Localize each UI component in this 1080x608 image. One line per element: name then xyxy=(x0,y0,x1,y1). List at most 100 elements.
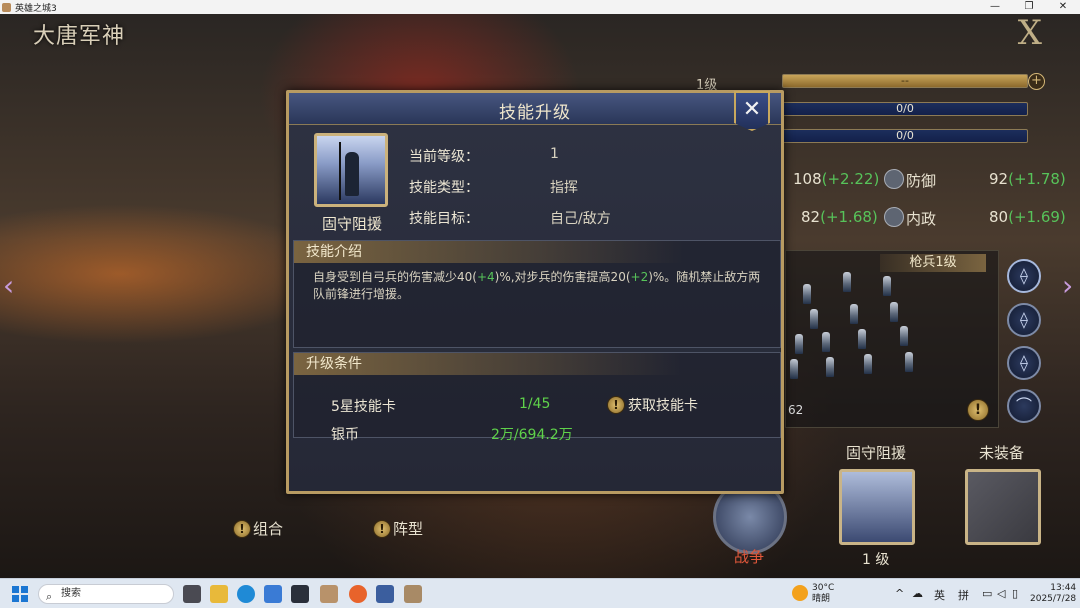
stat-defense-label: 防御 xyxy=(906,172,937,190)
battery-icon[interactable]: ▯ xyxy=(1012,587,1018,600)
dialog-title: 技能升级 xyxy=(499,103,571,123)
system-clock[interactable]: 13:44 2025/7/28 xyxy=(1030,583,1076,605)
soldier xyxy=(803,284,811,304)
troop-warning-icon[interactable]: ! xyxy=(967,399,989,421)
restore-button[interactable]: ❐ xyxy=(1012,0,1046,14)
window-close-button[interactable]: ✕ xyxy=(1046,0,1080,14)
get-skill-card-label: 获取技能卡 xyxy=(628,398,698,414)
stat-politics-value: 80(+1.69) xyxy=(989,208,1066,226)
search-placeholder: 搜索 xyxy=(61,588,81,599)
soldier xyxy=(900,326,908,346)
chevron-left-icon[interactable]: ‹ xyxy=(3,269,14,302)
clock-date: 2025/7/28 xyxy=(1030,594,1077,604)
combo-label: 组合 xyxy=(253,520,284,538)
troop-count: 62 xyxy=(788,403,804,417)
firefox-icon[interactable] xyxy=(349,585,367,603)
skill-slot-1[interactable] xyxy=(839,469,915,545)
intro-heading: 技能介绍 xyxy=(294,241,780,263)
file-explorer-icon[interactable] xyxy=(210,585,228,603)
stat-attack-value: 108(+2.22) xyxy=(793,170,880,188)
window-controls: — ❐ ✕ xyxy=(978,0,1080,14)
window-titlebar: 英雄之城3 — ❐ ✕ xyxy=(0,0,1080,14)
app-icon-terminal[interactable] xyxy=(291,585,309,603)
silver-label: 银币 xyxy=(331,427,359,443)
soldier xyxy=(810,309,818,329)
taskbar-search[interactable]: ⌕ 搜索 xyxy=(38,584,174,604)
skill-name: 固守阻援 xyxy=(322,215,383,233)
ime-language[interactable]: 英 xyxy=(934,587,945,603)
skill-target-label: 技能目标： xyxy=(409,211,479,227)
slot1-title: 固守阻援 xyxy=(846,444,907,462)
weather-temp: 30°C xyxy=(812,583,835,593)
current-level-value: 1 xyxy=(550,146,559,162)
combo-option[interactable]: ! 组合 xyxy=(233,518,283,539)
chevron-up-icon[interactable]: ^ xyxy=(895,587,904,600)
skill-description: 自身受到自弓兵的伤害减少40(+4)%,对步兵的伤害提高20(+2)%。随机禁止… xyxy=(313,270,761,301)
game-taskbar-icon-2[interactable] xyxy=(404,585,422,603)
soldier xyxy=(826,357,834,377)
search-icon: ⌕ xyxy=(46,590,53,603)
add-exp-button[interactable]: + xyxy=(1028,73,1045,90)
skill-portrait-icon xyxy=(314,133,388,207)
weather-desc: 晴朗 xyxy=(812,594,831,604)
troop-type-label: 枪兵1级 xyxy=(880,254,986,272)
slot1-level: 1 级 xyxy=(862,552,890,568)
window-title: 英雄之城3 xyxy=(15,3,57,14)
store-icon[interactable] xyxy=(264,585,282,603)
get-skill-card-link[interactable]: ! 获取技能卡 xyxy=(607,395,698,415)
troop-panel xyxy=(785,250,999,428)
game-viewport: 大唐军神 X 1级 -- + 0/0 0/0 108(+2.22) 防御 92(… xyxy=(0,14,1080,578)
soldier xyxy=(843,272,851,292)
ime-mode[interactable]: 拼 xyxy=(958,587,969,603)
progress-bar-2: 0/0 xyxy=(782,129,1028,143)
silver-count: 2万/694.2万 xyxy=(491,427,573,443)
taskbar: ⌕ 搜索 30°C 晴朗 ^ ☁ 英 拼 ▭ ◁ ▯ 13:44 2025/7/… xyxy=(0,578,1080,608)
stat-intellect-value: 82(+1.68) xyxy=(801,208,878,226)
shield-icon xyxy=(884,169,904,189)
task-view-icon[interactable] xyxy=(183,585,201,603)
exp-bar: -- xyxy=(782,74,1028,88)
formation-label: 阵型 xyxy=(393,520,424,538)
sun-icon xyxy=(792,585,808,601)
slot2-title: 未装备 xyxy=(979,444,1025,462)
current-level-label: 当前等级： xyxy=(409,149,479,165)
app-icon-folder[interactable] xyxy=(376,585,394,603)
progress-bar-1: 0/0 xyxy=(782,102,1028,116)
soldier xyxy=(883,276,891,296)
spear-skill-tab-2[interactable]: ⟠ xyxy=(1007,303,1041,337)
skill-target-value: 自己/敌方 xyxy=(550,211,611,227)
skill-card-label: 5星技能卡 xyxy=(331,399,396,415)
blade-skill-tab[interactable]: ⌒ xyxy=(1007,389,1041,423)
skill-type-value: 指挥 xyxy=(550,180,578,196)
requirements-heading: 升级条件 xyxy=(294,353,780,375)
get-card-warning-icon: ! xyxy=(607,396,625,414)
clock-time: 13:44 xyxy=(1050,583,1077,593)
formation-option[interactable]: ! 阵型 xyxy=(373,518,423,539)
game-close-button[interactable]: X xyxy=(1018,16,1042,50)
game-taskbar-icon[interactable] xyxy=(320,585,338,603)
spear-skill-tab-3[interactable]: ⟠ xyxy=(1007,346,1041,380)
war-label: 战争 xyxy=(734,548,765,566)
network-icon[interactable]: ▭ xyxy=(982,587,992,600)
weather-widget[interactable]: 30°C 晴朗 xyxy=(792,583,834,605)
skill-slot-2[interactable] xyxy=(965,469,1041,545)
combo-warning-icon: ! xyxy=(233,519,251,538)
skill-upgrade-dialog: 技能升级 ✕ 固守阻援 当前等级： 1 技能类型： 指挥 技能目标： 自己/敌方… xyxy=(286,90,784,494)
chevron-right-icon[interactable]: › xyxy=(1062,269,1073,302)
game-title: 大唐军神 xyxy=(33,24,126,49)
soldier xyxy=(822,332,830,352)
stat-defense-value: 92(+1.78) xyxy=(989,170,1066,188)
dialog-close-button[interactable]: ✕ xyxy=(734,91,770,131)
soldier xyxy=(890,302,898,322)
formation-warning-icon: ! xyxy=(373,519,391,538)
edge-browser-icon[interactable] xyxy=(237,585,255,603)
cloud-icon[interactable]: ☁ xyxy=(912,587,923,600)
gear-icon xyxy=(884,207,904,227)
skill-card-count: 1/45 xyxy=(519,396,551,412)
soldier xyxy=(905,352,913,372)
windows-start-icon[interactable] xyxy=(12,586,28,602)
soldier xyxy=(850,304,858,324)
spear-skill-tab-1[interactable]: ⟠ xyxy=(1007,259,1041,293)
volume-icon[interactable]: ◁ xyxy=(997,587,1005,600)
minimize-button[interactable]: — xyxy=(978,0,1012,14)
